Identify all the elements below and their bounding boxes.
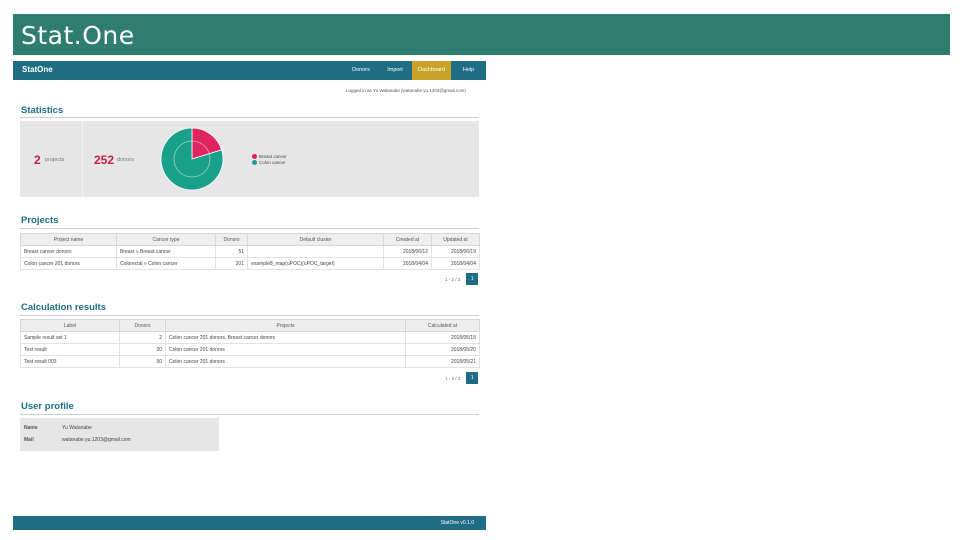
calculated-at-cell: 2018/05/21 (405, 355, 480, 368)
column-header[interactable]: Projects (165, 319, 406, 332)
section-divider (20, 228, 479, 229)
column-header[interactable]: Cancer type (116, 233, 216, 246)
app-logo[interactable]: StatOne (22, 65, 53, 74)
cancer-type-cell: Colorectal » Colon cancer (116, 257, 216, 270)
section-divider (20, 117, 479, 118)
donors-cell: 2 (119, 331, 166, 344)
column-header[interactable]: Donors (215, 233, 248, 246)
calculations-title: Calculation results (21, 302, 106, 313)
column-header[interactable]: Default cluster (247, 233, 384, 246)
pager-range: 1 - 2 / 2 (445, 276, 461, 282)
table-row[interactable]: Breast cancer donors Breast » Breast can… (20, 245, 480, 258)
column-header[interactable]: Calculated at (405, 319, 480, 332)
calculated-at-cell: 2018/05/20 (405, 343, 480, 356)
column-header[interactable]: Donors (119, 319, 166, 332)
projects-cell: Colon cancer 201 donors, Breast cancer d… (165, 331, 406, 344)
column-header[interactable]: Updated at (431, 233, 480, 246)
mail-label: Mail (24, 437, 34, 443)
calculations-pagination: 1 - 3 / 3 1 (445, 372, 479, 384)
version-text: StatOne v0.1.0 (440, 520, 474, 526)
column-header[interactable]: Created at (383, 233, 432, 246)
column-header[interactable]: Label (20, 319, 120, 332)
profile-name-row: Name Yu Watanabe (24, 425, 92, 431)
app-footer: StatOne v0.1.0 (13, 516, 486, 530)
table-row[interactable]: Sample result set 1 2 Colon cancer 201 d… (20, 331, 480, 344)
updated-at-cell: 2018/04/04 (431, 257, 480, 270)
projects-table: Project name Cancer type Donors Default … (20, 233, 480, 270)
slide-title: Stat.One (21, 21, 135, 50)
legend-item-colon: Colon cancer (252, 160, 286, 165)
colon-legend-dot (252, 160, 257, 165)
login-info: Logged in as Yu Watanabe (watanabe.yu.12… (346, 88, 466, 93)
pager-range: 1 - 3 / 3 (445, 375, 461, 381)
profile-mail-row: Mail watanabe.yu.1203@gmail.com (24, 437, 131, 443)
donor-pie-chart (160, 127, 224, 191)
result-label-cell[interactable]: Test result 003 (20, 355, 120, 368)
legend-item-breast: Breast cancer (252, 154, 287, 159)
statistics-title: Statistics (21, 105, 64, 116)
projects-title: Projects (21, 215, 59, 226)
projects-count: 2 (34, 153, 41, 167)
slide-header: Stat.One (13, 14, 950, 55)
table-header-row: Project name Cancer type Donors Default … (20, 233, 480, 246)
donors-count: 252 (94, 153, 115, 167)
legend-label: Colon cancer (259, 160, 286, 165)
table-row[interactable]: Test result 003 50 Colon cancer 201 dono… (20, 355, 480, 368)
updated-at-cell: 2018/06/19 (431, 245, 480, 258)
name-label: Name (24, 425, 38, 431)
projects-pagination: 1 - 2 / 2 1 (445, 273, 479, 285)
breast-legend-dot (252, 154, 257, 159)
section-divider (20, 414, 479, 415)
project-name-cell[interactable]: Colon cancer 201 donors (20, 257, 117, 270)
table-row[interactable]: Colon cancer 201 donors Colorectal » Col… (20, 257, 480, 270)
nav-item-dashboard[interactable]: Dashboard (412, 61, 451, 80)
page-button[interactable]: 1 (466, 372, 479, 384)
project-name-cell[interactable]: Breast cancer donors (20, 245, 117, 258)
table-header-row: Label Donors Projects Calculated at (20, 319, 480, 332)
mail-value: watanabe.yu.1203@gmail.com (62, 437, 131, 443)
profile-panel: Name Yu Watanabe Mail watanabe.yu.1203@g… (20, 418, 219, 451)
column-header[interactable]: Project name (20, 233, 117, 246)
nav-item-donors[interactable]: Donors (344, 61, 378, 80)
calculations-table: Label Donors Projects Calculated at Samp… (20, 319, 480, 368)
section-divider (20, 315, 479, 316)
table-row[interactable]: Test result 20 Colon cancer 201 donors 2… (20, 343, 480, 356)
result-label-cell[interactable]: Sample result set 1 (20, 331, 120, 344)
app-navbar: StatOne Donors Import Dashboard Help (13, 61, 486, 80)
donors-label: donors (117, 157, 134, 163)
profile-title: User profile (21, 401, 74, 412)
calculated-at-cell: 2018/05/15 (405, 331, 480, 344)
result-label-cell[interactable]: Test result (20, 343, 120, 356)
projects-label: projects (45, 157, 65, 163)
stats-divider (82, 121, 83, 197)
donors-cell: 50 (119, 355, 166, 368)
cancer-type-cell: Breast » Breast cancer (116, 245, 216, 258)
projects-cell: Colon cancer 201 donors (165, 355, 406, 368)
statistics-panel: 2 projects 252 donors Breast cancer Colo… (20, 121, 479, 197)
name-value: Yu Watanabe (62, 425, 92, 431)
page-button[interactable]: 1 (466, 273, 479, 285)
default-cluster-cell (247, 245, 384, 258)
created-at-cell: 2018/06/12 (383, 245, 432, 258)
legend-label: Breast cancer (259, 154, 287, 159)
nav-menu: Donors Import Dashboard Help (344, 61, 486, 80)
created-at-cell: 2018/04/04 (383, 257, 432, 270)
nav-item-import[interactable]: Import (378, 61, 412, 80)
projects-cell: Colon cancer 201 donors (165, 343, 406, 356)
nav-item-help[interactable]: Help (451, 61, 486, 80)
donors-cell: 20 (119, 343, 166, 356)
donors-cell: 51 (215, 245, 248, 258)
default-cluster-cell: example8_map(uPOC)(uPOC_target) (247, 257, 384, 270)
donors-cell: 201 (215, 257, 248, 270)
